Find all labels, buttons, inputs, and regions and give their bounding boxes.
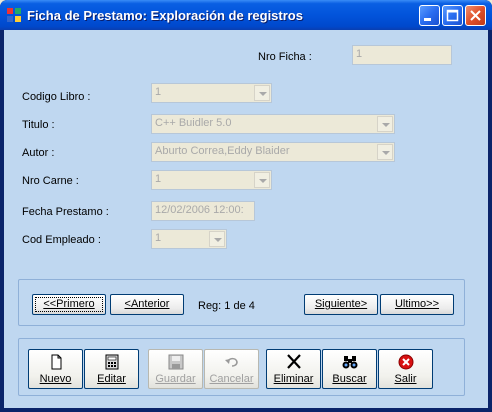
last-record-button[interactable]: Ultimo>>	[380, 294, 454, 315]
salir-button[interactable]: Salir	[378, 349, 433, 389]
chevron-down-icon[interactable]	[254, 172, 270, 188]
editar-button[interactable]: Editar	[84, 349, 139, 389]
guardar-label: Guardar	[155, 373, 196, 385]
salir-label: Salir	[394, 373, 417, 385]
titulo-select[interactable]: C++ Buidler 5.0	[151, 114, 395, 134]
binoculars-icon	[342, 356, 357, 369]
nro-carne-value: 1	[155, 173, 162, 185]
form-body: Nro Ficha : 1 Codigo Libro : 1 Titulo : …	[4, 30, 488, 408]
fecha-prestamo-label: Fecha Prestamo :	[22, 206, 109, 218]
app-icon	[7, 8, 22, 23]
autor-label: Autor :	[22, 147, 55, 159]
first-record-button[interactable]: <<Primero	[32, 294, 106, 315]
cod-empleado-label: Cod Empleado :	[22, 234, 101, 246]
autor-select[interactable]: Aburto Correa,Eddy Blaider	[151, 142, 395, 162]
chevron-down-icon[interactable]	[254, 85, 270, 101]
editar-label: Editar	[97, 373, 126, 385]
record-position-text: Reg: 1 de 4	[198, 300, 255, 312]
calculator-icon	[105, 354, 118, 370]
guardar-button[interactable]: Guardar	[148, 349, 203, 389]
eliminar-button[interactable]: Eliminar	[266, 349, 321, 389]
window-title: Ficha de Prestamo: Exploración de regist…	[27, 8, 303, 23]
autor-value: Aburto Correa,Eddy Blaider	[155, 145, 290, 157]
delete-x-icon	[286, 354, 301, 369]
next-record-button[interactable]: Siguiente>	[304, 294, 378, 315]
chevron-down-icon[interactable]	[377, 144, 393, 160]
app-window: Ficha de Prestamo: Exploración de regist…	[0, 0, 492, 412]
fecha-prestamo-field[interactable]: 12/02/2006 12:00:	[151, 201, 255, 221]
cod-empleado-select[interactable]: 1	[151, 229, 227, 249]
codigo-libro-select[interactable]: 1	[151, 83, 272, 103]
cancelar-label: Cancelar	[209, 373, 254, 385]
exit-icon	[398, 354, 413, 370]
new-file-icon	[51, 354, 61, 370]
buscar-button[interactable]: Buscar	[322, 349, 377, 389]
nro-ficha-field[interactable]: 1	[352, 45, 452, 65]
cod-empleado-value: 1	[155, 232, 162, 244]
buscar-label: Buscar	[332, 373, 367, 385]
minimize-icon	[424, 18, 431, 21]
maximize-button[interactable]	[442, 5, 463, 26]
cancelar-button[interactable]: Cancelar	[204, 349, 259, 389]
save-disk-icon	[168, 354, 183, 370]
nuevo-button[interactable]: Nuevo	[28, 349, 83, 389]
undo-icon	[224, 357, 238, 367]
codigo-libro-value: 1	[155, 86, 162, 98]
titulo-value: C++ Buidler 5.0	[155, 117, 232, 129]
close-button[interactable]	[465, 5, 486, 26]
titulo-label: Titulo :	[22, 119, 55, 131]
nro-carne-label: Nro Carne :	[22, 175, 79, 187]
codigo-libro-label: Codigo Libro :	[22, 91, 91, 103]
eliminar-label: Eliminar	[273, 373, 314, 385]
nro-ficha-label: Nro Ficha :	[258, 51, 312, 63]
nuevo-label: Nuevo	[39, 373, 72, 385]
chevron-down-icon[interactable]	[209, 231, 225, 247]
chevron-down-icon[interactable]	[377, 116, 393, 132]
minimize-button[interactable]	[419, 5, 440, 26]
previous-record-button[interactable]: <Anterior	[110, 294, 184, 315]
nro-carne-select[interactable]: 1	[151, 170, 272, 190]
title-bar[interactable]: Ficha de Prestamo: Exploración de regist…	[0, 0, 492, 30]
maximize-icon	[446, 9, 459, 22]
close-icon	[470, 10, 481, 21]
